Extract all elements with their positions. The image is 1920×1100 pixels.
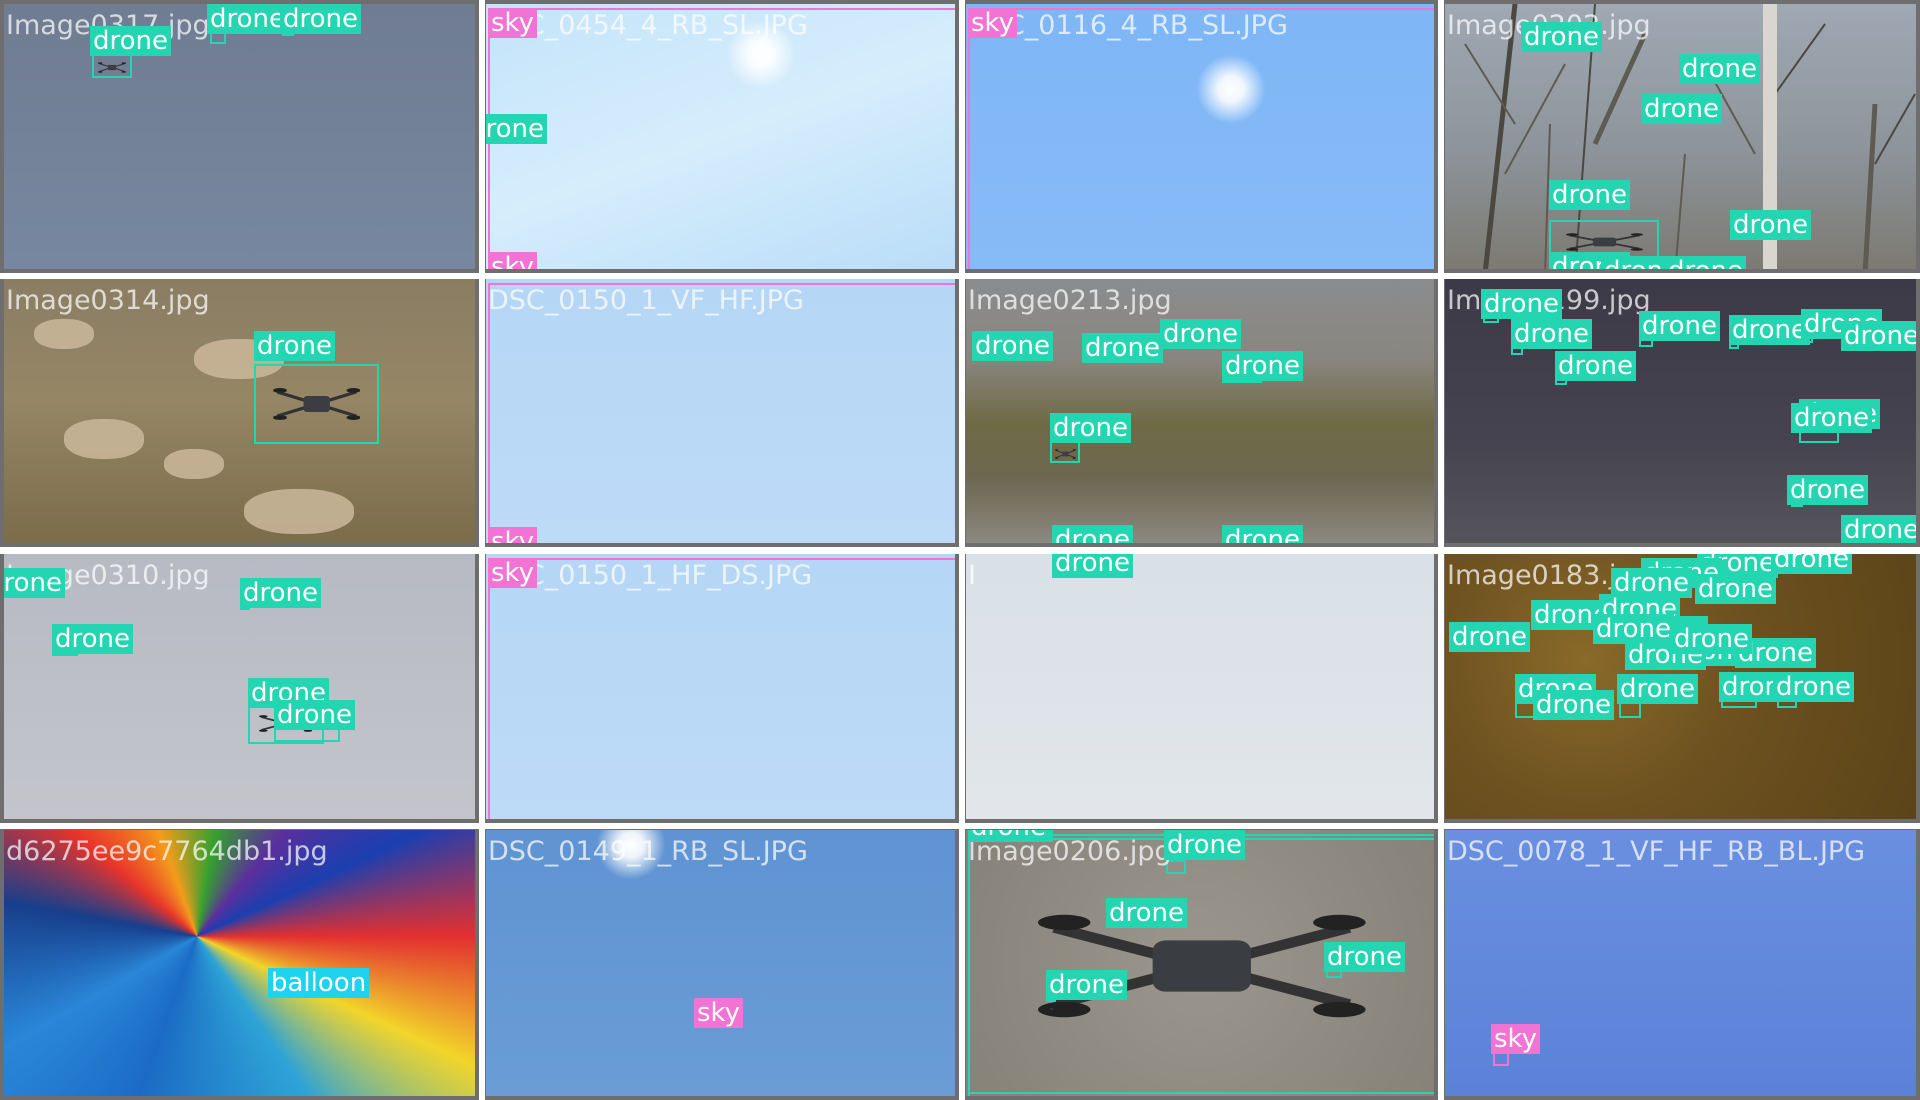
image-filename: DSC_0078_1_VF_HF_RB_BL.JPG <box>1447 836 1866 867</box>
drone-label-tag: drone <box>1160 319 1242 349</box>
rock <box>244 489 354 534</box>
drone-label-tag: drone <box>1222 351 1304 381</box>
drone-label-tag: drone <box>274 700 356 730</box>
drone-label-tag: drone <box>4 568 66 598</box>
rock <box>164 449 224 479</box>
drone-bounding-box <box>1166 860 1186 874</box>
drone-label-tag: drone <box>1106 898 1188 928</box>
drone-label-tag: drone <box>972 331 1054 361</box>
sky-bounding-box <box>488 8 955 269</box>
drone-label-tag: drone <box>1052 554 1134 578</box>
image-tile-image0213-jpg: Image0213.jpg drone drone drone drone drone dr… <box>962 275 1438 547</box>
drone-label-tag: drone <box>1082 333 1164 363</box>
drone-label-tag: drone <box>1729 315 1811 345</box>
sky-label-tag: sky <box>968 8 1018 38</box>
drone-label-tag: drone <box>1481 289 1563 319</box>
drone-bounding-box <box>254 364 379 444</box>
drone-label-tag: drone <box>1050 413 1132 443</box>
mosaic-grid: Image0317.jpgdronedronedroneDSC_0454_4_R… <box>0 0 1920 1100</box>
drone-label-tag: drone <box>1641 94 1723 124</box>
drone-label-tag: drone <box>1679 54 1761 84</box>
grid-gutter <box>0 823 1920 829</box>
image-filename: Image0213.jpg <box>968 285 1172 316</box>
drone-label-tag: drone <box>207 4 289 34</box>
image-tile-dsc-0078-1-vf-hf-rb-bl-jpg: DSC_0078_1_VF_HF_RB_BL.JPGsky <box>1441 826 1920 1100</box>
drone-label-tag: drone <box>1773 672 1855 702</box>
drone-label-tag: drone <box>240 578 322 608</box>
drone-label-tag: drone <box>1841 321 1916 351</box>
image-filename: I <box>968 560 976 591</box>
balloon-label-tag: balloon <box>268 968 370 998</box>
image-tile-dsc-0150-1-hf-ds-jpg: DSC_0150_1_HF_DS.JPG sky <box>482 550 959 823</box>
rock <box>64 419 144 459</box>
image-filename: d6275ee9c7764db1.jpg <box>6 836 328 867</box>
drone-label-tag: drone <box>280 4 362 34</box>
tree-branches <box>1464 4 1916 269</box>
image-tile-dsc-0150-1-vf-hf-jpg: DSC_0150_1_VF_HF.JPG sky <box>482 275 959 547</box>
drone-label-tag: drone <box>1730 210 1812 240</box>
image-tile-image0202-jpg: Image0202.jpgdronedronedronedronedronedr… <box>1441 0 1920 273</box>
drone-label-tag: drone <box>1511 319 1593 349</box>
image-tile-image0183-jpg: Image0183.jpg drone drone drone drone drone dr… <box>1441 550 1920 823</box>
sky-label-tag: sky <box>694 998 744 1028</box>
image-tile-image0206-jpg: Image0206.jpgdronedronedronedronedronedr… <box>962 826 1438 1100</box>
image-tile-dsc-0149-1-rb-sl-jpg: DSC_0149_1_RB_SL.JPG sky <box>482 826 959 1100</box>
image-tile-image0310-jpg: Image0310.jpgdronedronedronedronedrone <box>0 550 479 823</box>
sky-label-tag: sky <box>488 8 538 38</box>
drone-label-tag: drone <box>1787 475 1869 505</box>
drone-label-tag: drone <box>1164 830 1246 860</box>
sky-label-tag: sky <box>1491 1024 1541 1054</box>
drone-label-tag: drone <box>1695 574 1777 604</box>
drone-label-tag: drone <box>1449 622 1531 652</box>
drone-label-tag: drone <box>1617 674 1699 704</box>
drone-label-tag: drone <box>1521 22 1603 52</box>
sky-label-tag: sky <box>488 252 538 269</box>
grid-gutter <box>0 548 1920 554</box>
image-tile-dsc-0116-4-rb-sl-jpg: DSC_0116_4_RB_SL.JPG sky <box>962 0 1438 273</box>
drone-label-tag: drone <box>1841 515 1916 543</box>
sun-glare <box>596 830 666 880</box>
image-tile-image0199-jpg: Image0199.jpgdronedronedronedronedronedr… <box>1441 275 1920 547</box>
sky-bounding-box <box>488 283 955 543</box>
sky-bounding-box <box>968 8 1434 269</box>
rock <box>34 319 94 349</box>
drone-label-tag: drone <box>52 624 134 654</box>
drone-label-tag: drone <box>1222 525 1304 543</box>
image-tile-image0314-jpg: Image0314.jpg drone <box>0 275 479 547</box>
drone-label-tag: drone <box>254 331 336 361</box>
drone-label-tag: drone <box>1549 180 1631 210</box>
drone-label-tag: drone <box>90 26 172 56</box>
sky-label-tag: sky <box>488 527 538 543</box>
drone-label-tag: drone <box>1671 624 1753 654</box>
drone-label-tag: drone <box>1555 351 1637 381</box>
image-tile-dsc-0454-4-rb-sl-jpg: DSC_0454_4_RB_SL.JPGdroneskysky <box>482 0 959 273</box>
image-filename: Image0314.jpg <box>6 285 210 316</box>
drone-label-tag: drone <box>1665 256 1747 269</box>
image-tile-image0317-jpg: Image0317.jpgdronedronedrone <box>0 0 479 273</box>
drone-label-tag: drone <box>1052 525 1134 543</box>
drone-label-tag: drone <box>1533 690 1615 720</box>
drone-label-tag: drone <box>1639 311 1721 341</box>
image-tile-d6275ee9c7764db1-jpg: d6275ee9c7764db1.jpg balloon <box>0 826 479 1100</box>
drone-label-tag: drone <box>1791 403 1873 433</box>
image-tile-i: Idrone <box>962 550 1438 823</box>
drone-label-tag: drone <box>1046 970 1128 1000</box>
drone-label-tag: drone <box>486 114 548 144</box>
drone-label-tag: drone <box>1324 942 1406 972</box>
grid-gutter <box>0 273 1920 279</box>
sky-label-tag: sky <box>488 558 538 588</box>
sky-bounding-box <box>488 558 955 819</box>
